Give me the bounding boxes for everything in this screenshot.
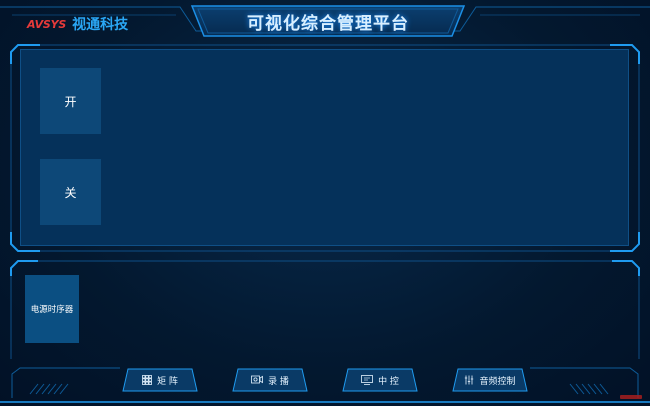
page-title: 可视化综合管理平台: [247, 13, 409, 34]
monitor-icon: [361, 375, 373, 385]
footer-frame: [0, 367, 650, 403]
device-panel-frame: [10, 260, 640, 359]
nav-central-control-button[interactable]: 中 控: [342, 368, 418, 392]
nav-matrix-button[interactable]: 矩 阵: [122, 368, 198, 392]
nav-audio-control-label: 音频控制: [479, 376, 516, 387]
record-camera-icon: [251, 375, 263, 385]
nav-matrix-label: 矩 阵: [157, 376, 178, 387]
brand-name: 视通科技: [72, 17, 129, 33]
nav-central-control-label: 中 控: [378, 376, 399, 387]
control-panel: [20, 49, 629, 246]
nav-record-button[interactable]: 录 播: [232, 368, 308, 392]
app-screen: AVSYS 视通科技 可视化综合管理平台 开 关 电源时序器 矩 阵 录 播 中…: [0, 0, 650, 406]
nav-record-label: 录 播: [268, 376, 289, 387]
brand-logo: AVSYS 视通科技: [27, 14, 128, 34]
power-on-button[interactable]: 开: [40, 68, 101, 134]
grid-icon: [142, 375, 152, 385]
brand-mark: AVSYS: [27, 17, 67, 31]
corner-watermark: [620, 395, 642, 399]
power-sequencer-button[interactable]: 电源时序器: [25, 275, 79, 343]
mixer-sliders-icon: [464, 375, 474, 385]
power-off-button[interactable]: 关: [40, 159, 101, 225]
nav-audio-control-button[interactable]: 音频控制: [452, 368, 528, 392]
